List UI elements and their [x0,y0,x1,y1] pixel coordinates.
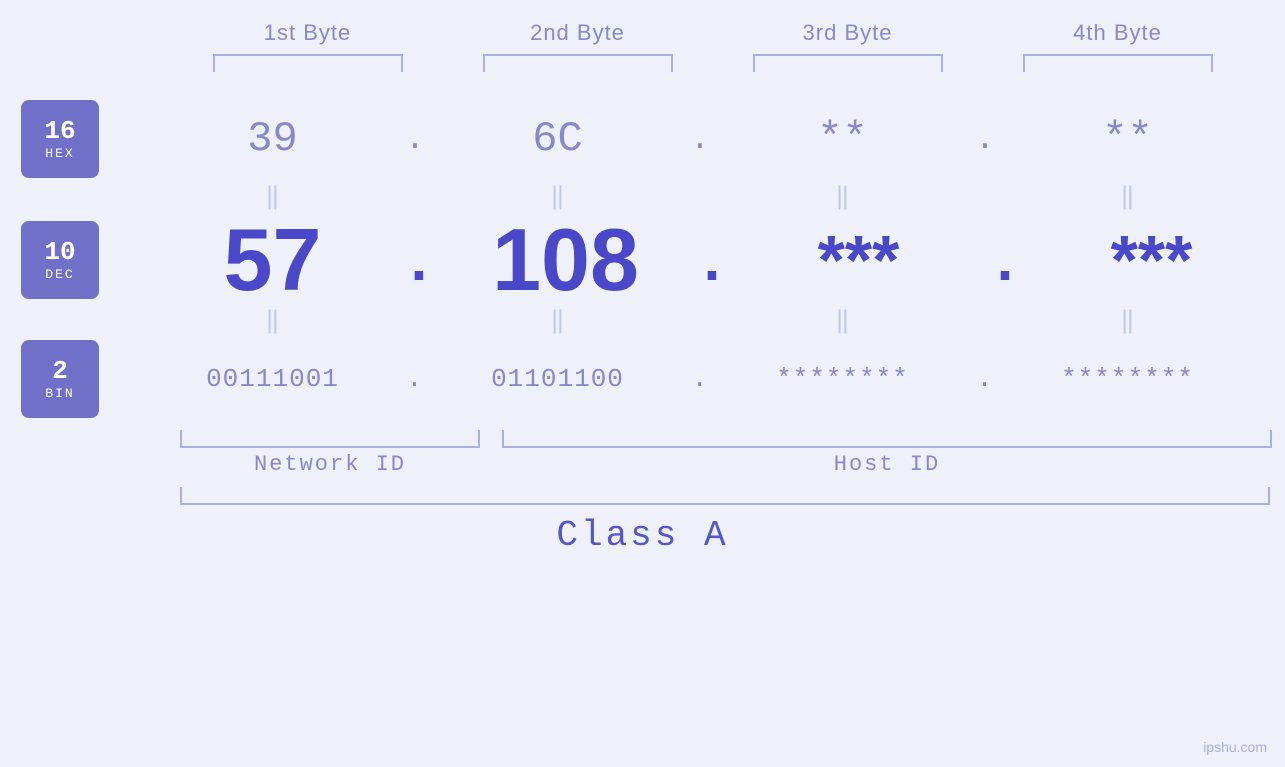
network-id-label: Network ID [180,452,480,477]
bin-values: 00111001 . 01101100 . ******** . *******… [140,364,1285,394]
hex-row: 16 HEX 39 . 6C . ** . ** [0,100,1285,178]
top-bracket-4 [1023,54,1213,72]
top-bracket-1 [213,54,403,72]
bin-val-4: ******** [1061,364,1194,394]
eq-1: ‖ [265,185,279,212]
dec-val-3: *** [818,221,900,299]
equals-row-1: ‖ ‖ ‖ ‖ [140,182,1285,212]
eq2-3: ‖ [835,309,849,336]
hex-dot-2: . [690,121,709,158]
dec-val-1: 57 [224,210,322,309]
column-headers: 1st Byte 2nd Byte 3rd Byte 4th Byte [140,20,1285,46]
eq-3: ‖ [835,185,849,212]
hex-badge-number: 16 [44,117,75,146]
dec-dot-1: . [411,226,428,293]
eq-2: ‖ [550,185,564,212]
col-header-3: 3rd Byte [713,20,983,46]
bin-dot-2: . [692,364,709,394]
bin-val-1: 00111001 [206,364,339,394]
bin-dot-3: . [977,364,994,394]
top-brackets [140,54,1285,72]
dec-values: 57 . 108 . *** . *** [140,216,1285,304]
bin-badge-number: 2 [52,357,68,386]
bin-badge: 2 BIN [21,340,99,418]
hex-values: 39 . 6C . ** . ** [140,115,1285,163]
host-id-label: Host ID [502,452,1272,477]
dec-dot-3: . [997,226,1014,293]
bin-badge-label: BIN [45,386,74,401]
bottom-brackets [180,430,1285,448]
bin-val-2: 01101100 [491,364,624,394]
col-header-4: 4th Byte [983,20,1253,46]
class-bracket-container [180,487,1285,505]
hex-badge-label: HEX [45,146,74,161]
id-labels: Network ID Host ID [180,452,1285,477]
dec-badge-label: DEC [45,267,74,282]
hex-dot-3: . [975,121,994,158]
hex-val-1: 39 [247,115,297,163]
dec-badge: 10 DEC [21,221,99,299]
hex-val-2: 6C [532,115,582,163]
dec-val-2: 108 [492,210,639,309]
host-bracket [502,430,1272,448]
network-bracket [180,430,480,448]
hex-badge: 16 HEX [21,100,99,178]
bin-row: 2 BIN 00111001 . 01101100 . ******** . *… [0,340,1285,418]
equals-row-2: ‖ ‖ ‖ ‖ [140,306,1285,336]
col-header-2: 2nd Byte [443,20,713,46]
col-header-1: 1st Byte [173,20,443,46]
bin-val-3: ******** [776,364,909,394]
hex-dot-1: . [405,121,424,158]
eq2-4: ‖ [1120,309,1134,336]
class-label: Class A [0,515,1285,556]
hex-val-3: ** [817,115,867,163]
eq2-1: ‖ [265,309,279,336]
watermark: ipshu.com [1203,739,1267,755]
dec-row: 10 DEC 57 . 108 . *** . *** [0,216,1285,304]
eq2-2: ‖ [550,309,564,336]
top-bracket-2 [483,54,673,72]
dec-val-4: *** [1111,221,1193,299]
bin-dot-1: . [407,364,424,394]
main-container: 1st Byte 2nd Byte 3rd Byte 4th Byte 16 H… [0,0,1285,767]
class-bracket [180,487,1270,505]
dec-dot-2: . [704,226,721,293]
top-bracket-3 [753,54,943,72]
dec-badge-number: 10 [44,238,75,267]
hex-val-4: ** [1102,115,1152,163]
eq-4: ‖ [1120,185,1134,212]
